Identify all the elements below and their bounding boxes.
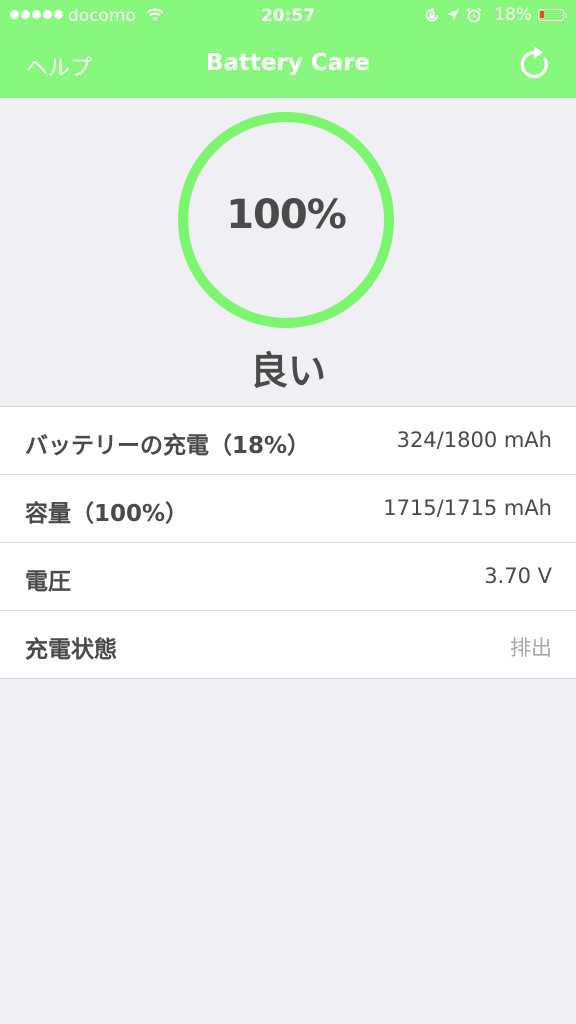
row-charge-state: 充電状態 排出 [0, 611, 576, 678]
row-value: 3.70 V [484, 564, 552, 588]
row-value: 排出 [510, 636, 552, 660]
battery-percent: 18% [494, 5, 532, 25]
battery-level-fill [540, 11, 544, 18]
gauge-value: 100% [226, 192, 347, 238]
row-value: 1715/1715 mAh [383, 496, 552, 520]
refresh-icon[interactable] [518, 44, 554, 82]
location-icon [447, 9, 460, 21]
row-battery-charge: バッテリーの充電（18%） 324/1800 mAh [0, 407, 576, 475]
battery-icon [538, 9, 567, 21]
page-title: Battery Care [205, 50, 371, 76]
row-label: 電圧 [25, 569, 71, 595]
status-bar: docomo 20:57 18% [0, 0, 576, 32]
app-header: docomo 20:57 18% ヘルプ Battery Care [0, 0, 576, 98]
battery-info-table: バッテリーの充電（18%） 324/1800 mAh 容量（100%） 1715… [0, 406, 576, 679]
row-capacity: 容量（100%） 1715/1715 mAh [0, 475, 576, 543]
row-label: 容量（100%） [25, 501, 189, 527]
row-label: 充電状態 [25, 637, 117, 663]
row-label: バッテリーの充電（18%） [25, 433, 311, 459]
alarm-icon [466, 7, 482, 23]
orientation-lock-icon [425, 7, 439, 22]
health-status-label: 良い [249, 349, 326, 393]
row-value: 324/1800 mAh [396, 428, 552, 452]
row-voltage: 電圧 3.70 V [0, 543, 576, 611]
